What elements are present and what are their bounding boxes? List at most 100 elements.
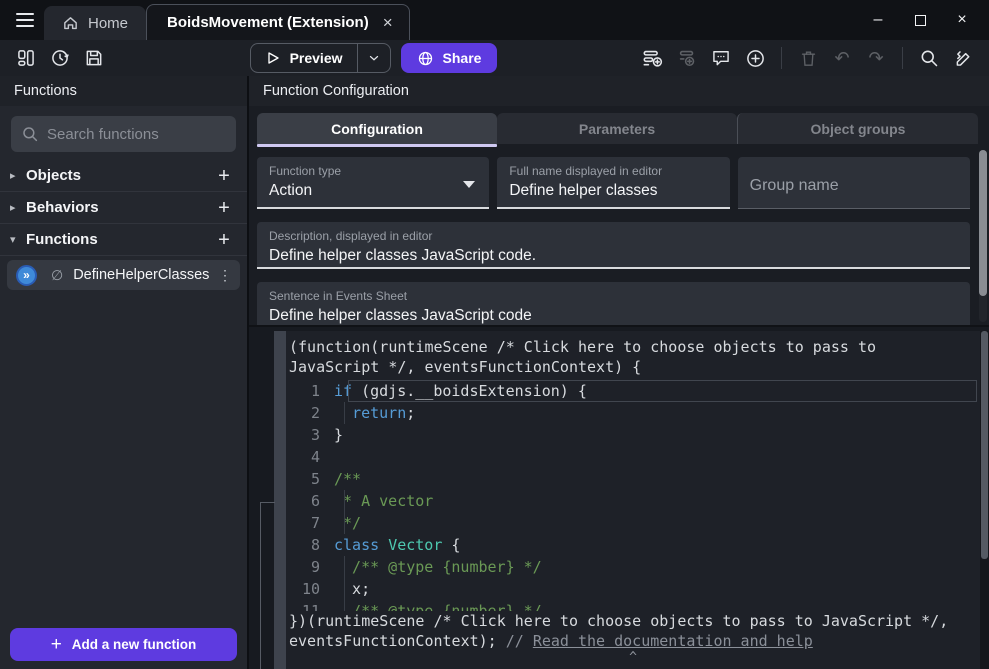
tab-project[interactable]: BoidsMovement (Extension) ×	[146, 4, 410, 40]
description-field[interactable]: Description, displayed in editor Define …	[257, 222, 970, 269]
tree-section-behaviors[interactable]: ▸ Behaviors +	[0, 192, 247, 224]
code-line[interactable]: 2 return;	[286, 402, 980, 424]
code-line-content[interactable]: /** @type {number} */	[334, 558, 542, 576]
close-tab-icon[interactable]: ×	[383, 14, 393, 31]
add-subevent-icon[interactable]	[673, 44, 701, 72]
add-comment-icon[interactable]	[707, 44, 735, 72]
close-window-button[interactable]: ×	[941, 0, 983, 40]
line-number: 10	[286, 580, 334, 598]
chevron-right-icon: ▸	[10, 201, 26, 214]
tab-home[interactable]: Home	[44, 6, 146, 40]
function-icon: »	[16, 265, 37, 286]
code-line[interactable]: 5/**	[286, 468, 980, 490]
add-circle-icon[interactable]	[741, 44, 769, 72]
line-number: 1	[286, 382, 334, 400]
code-scrollbar[interactable]	[980, 331, 989, 669]
code-line-content[interactable]: }	[334, 426, 343, 444]
full-name-field[interactable]: Full name displayed in editor Define hel…	[497, 157, 729, 209]
code-line[interactable]: 8class Vector {	[286, 534, 980, 556]
code-line-content[interactable]: x;	[334, 580, 370, 598]
config-scrollbar[interactable]	[979, 150, 987, 322]
add-event-icon[interactable]	[639, 44, 667, 72]
code-line-content[interactable]: * A vector	[334, 492, 433, 510]
add-function-button[interactable]: +	[213, 230, 235, 250]
code-line[interactable]: 9 /** @type {number} */	[286, 556, 980, 578]
search-functions-box[interactable]	[11, 116, 236, 152]
code-line[interactable]: 11 /** @type {number} */	[286, 600, 980, 611]
function-type-select[interactable]: Function type Action	[257, 157, 489, 209]
code-lines[interactable]: 1if (gdjs.__boidsExtension) {2 return;3}…	[286, 380, 980, 611]
line-number: 5	[286, 470, 334, 488]
share-button[interactable]: Share	[401, 43, 498, 73]
item-menu-icon[interactable]: ⋮	[218, 267, 232, 284]
code-line-content[interactable]: class Vector {	[334, 536, 460, 554]
maximize-button[interactable]	[899, 0, 941, 40]
toolbar: Preview Share	[0, 40, 989, 76]
page-title: Function Configuration	[249, 76, 989, 106]
collapse-caret-icon[interactable]: ^	[286, 651, 980, 669]
code-footer-line[interactable]: })(runtimeScene /* Click here to choose …	[286, 611, 958, 651]
code-line[interactable]: 7 */	[286, 512, 980, 534]
footer-comment-slashes: //	[506, 632, 533, 650]
dropdown-caret-icon	[463, 181, 475, 188]
code-line-content[interactable]: /** @type {number} */	[334, 602, 542, 611]
undo-icon[interactable]: ↶	[828, 44, 856, 72]
tree-section-functions[interactable]: ▾ Functions +	[0, 224, 247, 256]
tab-parameters[interactable]: Parameters	[497, 113, 737, 144]
home-tab-label: Home	[88, 15, 128, 32]
function-configuration-panel: Function Configuration Configuration Par…	[249, 76, 989, 669]
code-line-content[interactable]: if (gdjs.__boidsExtension) {	[334, 382, 587, 400]
panels-layout-icon[interactable]	[12, 44, 40, 72]
empty-set-icon: ∅	[51, 267, 63, 284]
project-tab-label: BoidsMovement (Extension)	[167, 14, 369, 31]
tree-section-objects[interactable]: ▸ Objects +	[0, 160, 247, 192]
sentence-field[interactable]: Sentence in Events Sheet Define helper c…	[257, 282, 970, 329]
functions-sidebar: Functions ▸ Objects + ▸ Behaviors +	[0, 76, 247, 669]
code-line-content[interactable]: return;	[334, 404, 415, 422]
code-line[interactable]: 4	[286, 446, 980, 468]
play-icon	[265, 50, 281, 66]
code-line-content[interactable]: */	[334, 514, 361, 532]
share-label: Share	[443, 50, 482, 66]
code-line[interactable]: 3}	[286, 424, 980, 446]
add-behavior-button[interactable]: +	[213, 198, 235, 218]
search-icon	[21, 125, 39, 143]
code-scrollbar-thumb[interactable]	[981, 331, 988, 559]
code-line[interactable]: 6 * A vector	[286, 490, 980, 512]
documentation-link[interactable]: Read the documentation and help	[533, 632, 813, 650]
event-block-border	[260, 502, 275, 669]
tab-configuration[interactable]: Configuration	[257, 113, 497, 144]
line-number: 6	[286, 492, 334, 510]
add-new-function-button[interactable]: + Add a new function	[10, 628, 237, 661]
preview-button[interactable]: Preview	[250, 43, 391, 73]
minimize-button[interactable]: –	[857, 0, 899, 40]
maximize-icon	[915, 15, 926, 26]
history-icon[interactable]	[46, 44, 74, 72]
function-item-definehelperclasses[interactable]: » ∅ DefineHelperClasses ⋮	[7, 260, 240, 290]
search-icon[interactable]	[915, 44, 943, 72]
redo-icon[interactable]: ↷	[862, 44, 890, 72]
globe-icon	[417, 50, 434, 67]
save-icon[interactable]	[80, 44, 108, 72]
home-icon	[62, 15, 79, 32]
main-menu-icon[interactable]	[8, 3, 42, 37]
code-editor-body[interactable]: (function(runtimeScene /* Click here to …	[286, 331, 980, 669]
delete-icon[interactable]	[794, 44, 822, 72]
edit-events-icon[interactable]	[949, 44, 977, 72]
javascript-code-editor: (function(runtimeScene /* Click here to …	[249, 325, 989, 669]
line-number: 8	[286, 536, 334, 554]
group-name-field[interactable]: Group name	[738, 157, 970, 209]
preview-options-button[interactable]	[358, 51, 390, 65]
line-number: 4	[286, 448, 334, 466]
code-line-content[interactable]: /**	[334, 470, 361, 488]
search-functions-input[interactable]	[47, 126, 226, 143]
line-number: 2	[286, 404, 334, 422]
config-scrollbar-thumb[interactable]	[979, 150, 987, 296]
add-object-button[interactable]: +	[213, 166, 235, 186]
code-editor-drag-handle[interactable]	[274, 331, 286, 669]
toolbar-divider	[781, 47, 782, 69]
code-line[interactable]: 10 x;	[286, 578, 980, 600]
code-header-line[interactable]: (function(runtimeScene /* Click here to …	[286, 331, 958, 377]
tab-object-groups[interactable]: Object groups	[737, 113, 978, 144]
code-line[interactable]: 1if (gdjs.__boidsExtension) {	[286, 380, 980, 402]
